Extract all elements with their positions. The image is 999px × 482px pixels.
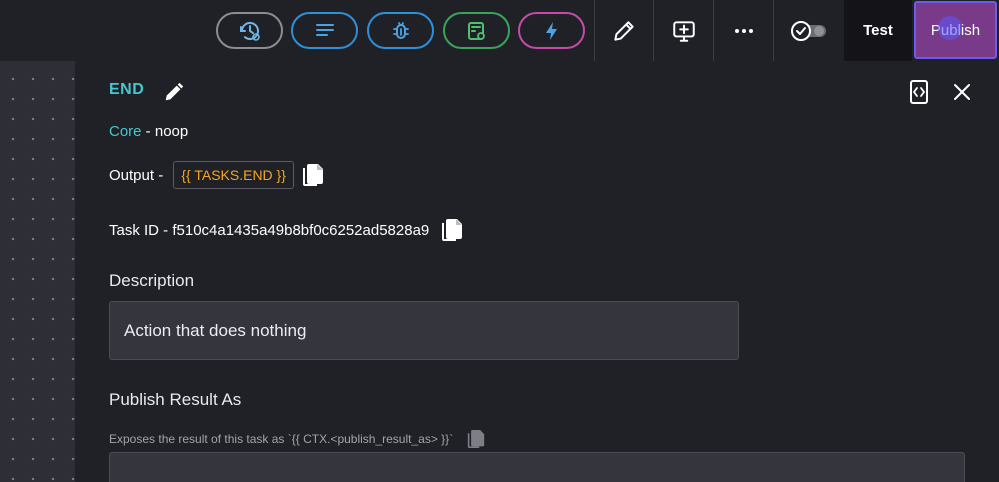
code-document-icon xyxy=(910,80,928,104)
check-toggle-icon xyxy=(791,20,826,41)
task-id-line: Task ID - f510c4a1435a49b8bf0c6252ad5828… xyxy=(109,218,463,242)
app-root: Test Publish END Core - n xyxy=(0,0,999,482)
task-title: END xyxy=(109,81,145,98)
edit-tool-button[interactable] xyxy=(595,0,653,61)
task-id-value: f510c4a1435a49b8bf0c6252ad5828a9 xyxy=(172,221,430,239)
add-screen-button[interactable] xyxy=(654,0,713,61)
trigger-button[interactable] xyxy=(518,12,585,49)
copy-output-button[interactable] xyxy=(302,163,324,187)
close-icon xyxy=(954,84,970,100)
lightning-icon xyxy=(545,21,557,40)
history-settings-button[interactable] xyxy=(216,12,283,49)
publish-result-hint: Exposes the result of this task as `{{ C… xyxy=(109,432,454,446)
core-value: noop xyxy=(154,123,189,140)
close-panel-button[interactable] xyxy=(952,82,972,102)
description-field[interactable]: Action that does nothing xyxy=(109,301,739,360)
copy-task-id-button[interactable] xyxy=(441,218,463,242)
history-settings-icon xyxy=(239,21,260,41)
copy-icon xyxy=(442,219,463,241)
copy-hint-button[interactable] xyxy=(467,429,485,449)
core-separator: - xyxy=(141,123,155,140)
publish-result-label: Publish Result As xyxy=(109,390,242,409)
add-screen-icon xyxy=(672,20,695,42)
more-options-button[interactable] xyxy=(714,0,773,61)
table-link-icon xyxy=(467,21,485,40)
bug-icon xyxy=(392,21,409,39)
description-label: Description xyxy=(109,271,195,290)
code-view-button[interactable] xyxy=(907,79,931,105)
variables-button[interactable] xyxy=(443,12,510,49)
output-label: Output - xyxy=(109,166,168,184)
top-toolbar: Test Publish xyxy=(0,0,999,61)
core-label: Core xyxy=(109,123,142,140)
copy-icon xyxy=(302,164,323,186)
logs-button[interactable] xyxy=(291,12,358,49)
edit-title-button[interactable] xyxy=(163,81,185,103)
more-icon xyxy=(734,28,753,33)
pencil-icon xyxy=(165,82,184,101)
core-line: Core - noop xyxy=(109,123,188,140)
validate-toggle[interactable] xyxy=(774,0,844,61)
task-id-label: Task ID - xyxy=(109,221,173,239)
task-detail-panel: END Core - noop Output - {{ TASKS.END}}… xyxy=(75,61,999,482)
output-value: {{ TASKS.END }} xyxy=(173,161,294,189)
lines-icon xyxy=(315,23,334,36)
copy-icon xyxy=(468,430,485,448)
test-button[interactable]: Test xyxy=(844,0,912,61)
output-line: Output - {{ TASKS.END }} xyxy=(109,161,324,189)
publish-result-input[interactable] xyxy=(109,452,965,482)
publish-result-hint-line: Exposes the result of this task as `{{ C… xyxy=(109,429,485,449)
workflow-canvas[interactable] xyxy=(0,61,75,482)
pencil-icon xyxy=(614,20,634,41)
debug-button[interactable] xyxy=(367,12,434,49)
cursor-indicator xyxy=(938,16,962,40)
